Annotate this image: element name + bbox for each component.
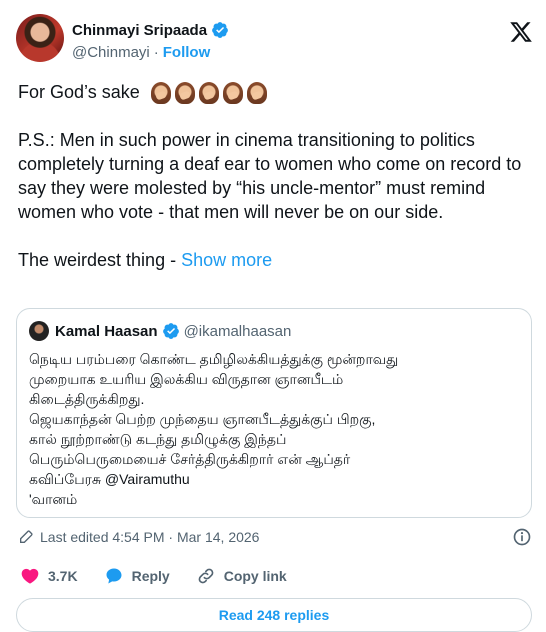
last-edited-text[interactable]: Last edited 4:54 PM · Mar 14, 2026 bbox=[40, 529, 259, 545]
show-more-link[interactable]: Show more bbox=[181, 250, 272, 270]
quoted-line: பெரும்பெருமையைச் சேர்த்திருக்கிறார் என் … bbox=[29, 451, 351, 467]
facepalm-emoji-icon bbox=[246, 82, 267, 105]
facepalm-emoji-row bbox=[150, 82, 267, 105]
quoted-display-name: Kamal Haasan bbox=[55, 322, 158, 340]
info-icon[interactable] bbox=[512, 527, 532, 547]
author-handle-row: @Chinmayi · Follow bbox=[72, 44, 210, 61]
tweet-line-1-text: For God’s sake bbox=[18, 82, 140, 102]
quoted-author-avatar bbox=[29, 321, 49, 341]
quoted-line: முறையாக உயரிய இலக்கிய விருதான ஞானபீடம் bbox=[29, 371, 344, 387]
facepalm-emoji-icon bbox=[198, 82, 219, 105]
edit-timestamp-row: Last edited 4:54 PM · Mar 14, 2026 bbox=[18, 529, 259, 545]
quoted-author-row: Kamal Haasan @ikamalhaasan bbox=[55, 322, 291, 340]
quoted-tweet[interactable]: Kamal Haasan @ikamalhaasan நெடிய பரம்பரை… bbox=[16, 308, 532, 518]
verified-badge-icon bbox=[212, 22, 228, 38]
quoted-handle: @ikamalhaasan bbox=[183, 322, 292, 340]
reply-bubble-icon bbox=[106, 568, 122, 584]
author-name-row: Chinmayi Sripaada bbox=[72, 21, 229, 39]
quoted-line: கவிப்பேரசு @Vairamuthu bbox=[29, 471, 190, 487]
tweet-paragraph-2: P.S.: Men in such power in cinema transi… bbox=[18, 130, 522, 223]
follow-button[interactable]: Follow bbox=[163, 44, 211, 61]
copy-link-button[interactable]: Copy link bbox=[196, 566, 287, 586]
tweet-paragraph-3-text: The weirdest thing - bbox=[18, 250, 182, 271]
link-icon bbox=[198, 568, 214, 584]
reply-button[interactable]: Reply bbox=[104, 566, 170, 586]
quoted-line: நெடிய பரம்பரை கொண்ட தமிழிலக்கியத்துக்கு … bbox=[29, 351, 399, 367]
tweet-line-1: For God’s sake bbox=[18, 80, 538, 105]
quoted-line: 'வானம் bbox=[29, 491, 78, 507]
quoted-text: நெடிய பரம்பரை கொண்ட தமிழிலக்கியத்துக்கு … bbox=[29, 349, 519, 509]
author-display-name[interactable]: Chinmayi Sripaada bbox=[72, 22, 207, 39]
separator-dot: · bbox=[153, 44, 159, 61]
read-replies-button[interactable]: Read 248 replies bbox=[16, 598, 532, 632]
author-avatar[interactable] bbox=[16, 14, 64, 62]
edit-pencil-icon bbox=[20, 530, 33, 543]
x-logo-icon[interactable] bbox=[509, 20, 533, 44]
facepalm-emoji-icon bbox=[150, 82, 171, 105]
tweet-card: Chinmayi Sripaada @Chinmayi · Follow For… bbox=[0, 0, 546, 632]
quoted-line: கிடைத்திருக்கிறது. bbox=[29, 391, 145, 407]
quoted-line: கால் நூற்றாண்டு கடந்து தமிழுக்கு இந்தப் bbox=[29, 431, 287, 447]
like-count: 3.7K bbox=[48, 568, 78, 584]
copy-link-label: Copy link bbox=[223, 568, 287, 584]
like-button[interactable]: 3.7K bbox=[20, 566, 78, 586]
heart-icon bbox=[21, 568, 39, 584]
tweet-paragraph-3: The weirdest thing - Show more bbox=[18, 248, 538, 272]
author-handle[interactable]: @Chinmayi bbox=[72, 44, 150, 61]
action-bar: 3.7K Reply Copy link bbox=[20, 566, 287, 586]
verified-badge-icon bbox=[162, 323, 179, 339]
tweet-text: For God’s sake P.S.: Men in such power i… bbox=[18, 80, 538, 272]
quoted-line: ஜெயகாந்தன் பெற்ற முந்தைய ஞானபீடத்துக்குப… bbox=[29, 411, 376, 427]
facepalm-emoji-icon bbox=[222, 82, 243, 105]
facepalm-emoji-icon bbox=[174, 82, 195, 105]
reply-label: Reply bbox=[131, 568, 170, 584]
